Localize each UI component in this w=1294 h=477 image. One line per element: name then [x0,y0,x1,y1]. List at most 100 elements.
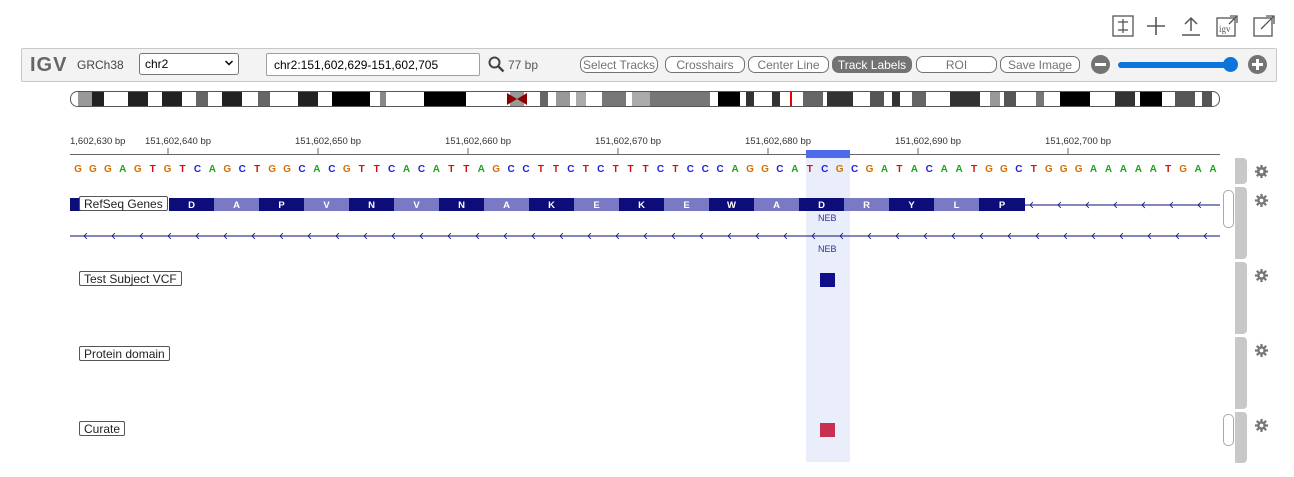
sequence-base: A [1090,164,1097,175]
amino-acid-label: N [368,200,375,211]
sequence-base: A [1150,164,1157,175]
genome-label[interactable]: GRCh38 [77,58,124,72]
amino-acid-label: N [458,200,465,211]
sequence-base: A [911,164,918,175]
sequence-base: T [553,164,559,175]
sequence-base: G [866,164,874,175]
sequence-base: T [807,164,813,175]
sequence-base: G [1000,164,1008,175]
amino-acid-label: A [773,200,780,211]
sequence-base: T [179,164,185,175]
igv-export-icon[interactable]: igv [1214,13,1240,39]
curate-variant-marker[interactable] [820,423,835,437]
selected-base-marker [806,150,850,158]
amino-acid-label: P [278,200,285,211]
center-line-button[interactable]: Center Line [748,56,829,73]
zoom-slider-handle[interactable] [1223,57,1238,72]
sequence-base: C [388,164,395,175]
refseq-track-dragbar[interactable] [1235,187,1247,259]
sequence-base: T [896,164,902,175]
amino-acid-label: A [503,200,510,211]
zoom-out-button[interactable] [1091,55,1110,74]
vcf-track-dragbar[interactable] [1235,262,1247,334]
amino-acid-label: K [548,200,555,211]
sequence-base: G [283,164,291,175]
chromosome-select[interactable]: chr2 [139,53,239,75]
gear-icon[interactable] [1254,164,1269,179]
ruler-tick-label: 151,602,670 bp [595,136,661,147]
sequence-base: C [418,164,425,175]
track-labels-button[interactable]: Track Labels [832,56,912,73]
sequence-track[interactable]: GGGAGTGTCAGCTGGCACGTTCACATTAGCCTTCTCTTTC… [70,158,1220,178]
sequence-base: T [254,164,260,175]
amino-acid-label: E [593,200,599,211]
sequence-base: G [134,164,142,175]
sequence-base: A [313,164,320,175]
sequence-base: C [821,164,828,175]
sequence-base: C [567,164,574,175]
sequence-base: T [628,164,634,175]
sequence-base: C [194,164,201,175]
gene-name-label: NEB [818,213,837,223]
gene-name-label: NEB [818,244,837,254]
upload-icon[interactable] [1178,13,1204,39]
sequence-base: G [74,164,82,175]
zoom-in-button[interactable] [1248,55,1267,74]
sequence-base: T [1165,164,1171,175]
sequence-base: G [761,164,769,175]
amino-acid-label: L [954,200,960,211]
sequence-base: C [522,164,529,175]
sequence-base: G [836,164,844,175]
chromosome-value: chr2 [145,57,169,71]
refseq-genes-track[interactable]: DAPVNVNAKEKEWADRYLP [70,190,1220,260]
sequence-base: C [298,164,305,175]
sequence-base: A [403,164,410,175]
sequence-base: C [717,164,724,175]
curate-scrollbar[interactable] [1223,414,1234,446]
sequence-base: A [881,164,888,175]
gear-icon[interactable] [1254,193,1269,208]
sequence-base: A [1120,164,1127,175]
protein-track-dragbar[interactable] [1235,337,1247,409]
sequence-base: T [613,164,619,175]
refseq-scrollbar[interactable] [1223,190,1234,228]
zoom-slider-track[interactable] [1118,62,1232,68]
sequence-base: T [538,164,544,175]
crosshairs-button[interactable]: Crosshairs [665,56,745,73]
sequence-base: G [104,164,112,175]
sequence-base: G [492,164,500,175]
amino-acid-label: W [727,200,736,211]
track-label-refseq-genes[interactable]: RefSeq Genes [79,196,168,211]
sequence-base: A [119,164,126,175]
sequence-base: C [657,164,664,175]
vcf-variant-marker[interactable] [820,273,835,287]
plus-icon[interactable] [1143,13,1169,39]
sequence-base: G [164,164,172,175]
sequence-base: G [1179,164,1187,175]
ruler-track[interactable]: 1,602,630 bp 151,602,640 bp 151,602,650 bp… [70,130,1220,155]
gear-icon[interactable] [1254,418,1269,433]
external-window-icon[interactable] [1251,13,1277,39]
ruler-tick-label: 151,602,660 bp [445,136,511,147]
amino-acid-label: A [233,200,240,211]
sequence-base: G [223,164,231,175]
gear-icon[interactable] [1254,343,1269,358]
curate-track-dragbar[interactable] [1235,412,1247,463]
gear-icon[interactable] [1254,268,1269,283]
save-image-button[interactable]: Save Image [1000,56,1080,73]
track-label-protein-domain[interactable]: Protein domain [79,346,170,361]
select-tracks-button[interactable]: Select Tracks [580,56,658,73]
ruler-tick-label: 151,602,690 bp [895,136,961,147]
track-label-curate[interactable]: Curate [79,421,126,436]
sequence-base: C [239,164,246,175]
locus-search-input[interactable] [266,53,480,76]
chromosome-ideogram[interactable] [70,91,1220,107]
search-icon[interactable] [488,56,505,73]
sequence-base: C [507,164,514,175]
sequence-track-dragbar[interactable] [1235,158,1247,184]
track-label-test-subject-vcf[interactable]: Test Subject VCF [79,271,182,286]
roi-button[interactable]: ROI [916,56,997,73]
sequence-base: T [971,164,977,175]
amino-acid-label: D [818,200,825,211]
sliders-icon[interactable] [1110,13,1136,39]
